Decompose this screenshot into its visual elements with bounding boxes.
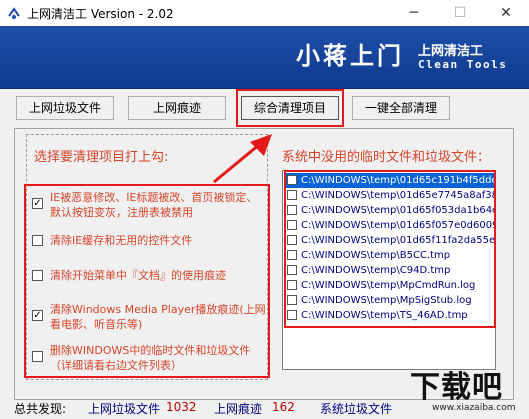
tab-one-click-clean[interactable]: 一键全部清理	[352, 96, 450, 120]
close-button[interactable]: ✕	[483, 0, 529, 26]
minimize-button[interactable]: ─	[391, 0, 437, 26]
annotation-arrow-icon	[213, 134, 272, 184]
watermark-url: www.xiazaiba.com	[432, 403, 516, 413]
banner-app-name-en: Clean Tools	[418, 58, 508, 71]
options-heading: 选择要清理项目打上勾:	[34, 150, 169, 165]
banner-logo-text: 小蒋上门	[296, 41, 404, 70]
file-list-heading: 系统中没用的临时文件和垃圾文件：	[282, 150, 491, 165]
status-label: 总共发现:	[14, 402, 67, 416]
status-system-junk-label: 系统垃圾文件	[320, 402, 393, 416]
status-junk-label: 上网垃圾文件	[88, 402, 161, 416]
tab-junk-files[interactable]: 上网垃圾文件	[16, 96, 114, 120]
status-junk-count: 1032	[166, 400, 197, 414]
window-title: 上网清洁工 Version - 2.02	[27, 7, 174, 21]
highlight-box-options	[24, 184, 270, 378]
status-traces-count: 162	[272, 400, 295, 414]
highlight-box-file-list	[284, 170, 496, 328]
app-icon	[8, 7, 20, 19]
highlight-box-tab	[236, 89, 344, 127]
maximize-button[interactable]: ☐	[437, 0, 483, 26]
watermark-logo: 下载吧	[410, 370, 503, 405]
status-traces-label: 上网痕迹	[214, 402, 263, 416]
tab-browsing-traces[interactable]: 上网痕迹	[128, 96, 226, 120]
banner-app-name: 上网清洁工	[418, 44, 484, 59]
